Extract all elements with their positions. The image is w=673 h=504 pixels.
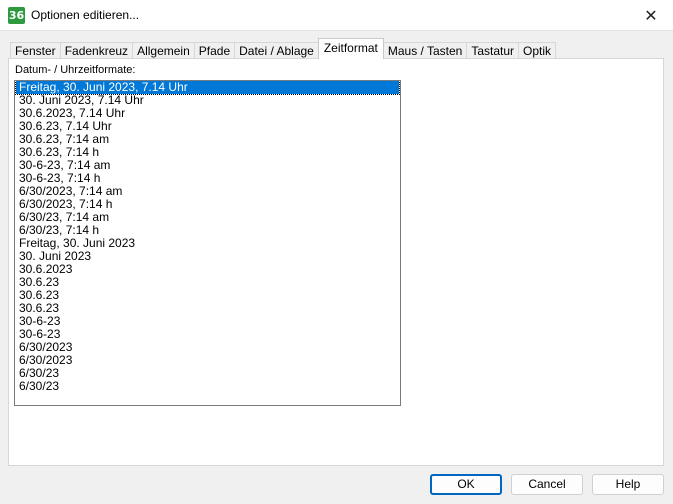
tab-allgemein[interactable]: Allgemein bbox=[132, 42, 195, 59]
help-button[interactable]: Help bbox=[592, 474, 664, 495]
list-item[interactable]: 30.6.23 bbox=[16, 289, 399, 302]
tab-optik[interactable]: Optik bbox=[518, 42, 557, 59]
tab-zeitformat[interactable]: Zeitformat bbox=[317, 38, 384, 59]
list-item[interactable]: 30.6.2023 bbox=[16, 263, 399, 276]
tab-maus-tasten[interactable]: Maus / Tasten bbox=[382, 42, 468, 59]
list-item[interactable]: 6/30/2023 bbox=[16, 354, 399, 367]
tab-fadenkreuz[interactable]: Fadenkreuz bbox=[59, 42, 134, 59]
tab-bar: Fenster Fadenkreuz Allgemein Pfade Datei / A… bbox=[10, 38, 557, 59]
window-title: Optionen editieren... bbox=[31, 8, 140, 22]
formats-list-label: Datum- / Uhrzeitformate: bbox=[15, 64, 136, 76]
list-item[interactable]: 30.6.23 bbox=[16, 302, 399, 315]
tab-panel-zeitformat: Datum- / Uhrzeitformate: Freitag, 30. Ju… bbox=[8, 58, 664, 466]
title-bar: 36 Optionen editieren... ✕ bbox=[0, 0, 673, 31]
tab-tastatur[interactable]: Tastatur bbox=[466, 42, 520, 59]
tab-fenster[interactable]: Fenster bbox=[10, 42, 61, 59]
close-button[interactable]: ✕ bbox=[629, 0, 673, 30]
list-item[interactable]: 30-6-23 bbox=[16, 315, 399, 328]
list-item[interactable]: 30.6.23 bbox=[16, 276, 399, 289]
app-icon: 36 bbox=[8, 7, 25, 24]
list-item[interactable]: 30-6-23 bbox=[16, 328, 399, 341]
list-item[interactable]: 6/30/23 bbox=[16, 380, 399, 393]
ok-button[interactable]: OK bbox=[430, 474, 502, 495]
tab-pfade[interactable]: Pfade bbox=[193, 42, 236, 59]
formats-listbox[interactable]: Freitag, 30. Juni 2023, 7.14 Uhr 30. Juni… bbox=[14, 80, 401, 406]
cancel-button[interactable]: Cancel bbox=[511, 474, 583, 495]
list-item[interactable]: 6/30/2023 bbox=[16, 341, 399, 354]
tab-datei-ablage[interactable]: Datei / Ablage bbox=[234, 42, 319, 59]
close-icon: ✕ bbox=[644, 5, 658, 25]
list-item[interactable]: 6/30/23 bbox=[16, 367, 399, 380]
list-item[interactable]: 30. Juni 2023 bbox=[16, 250, 399, 263]
